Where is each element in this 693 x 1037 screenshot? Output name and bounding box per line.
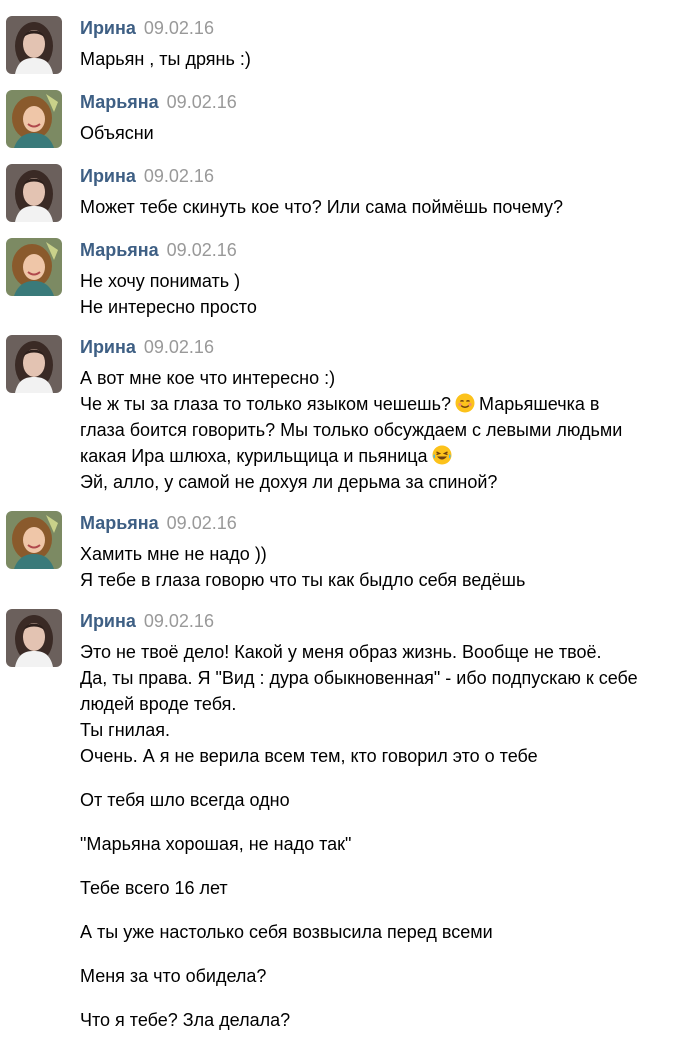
message-text-line: Че ж ты за глаза то только языком чешешь… (80, 391, 690, 417)
message-header: Ирина 09.02.16 (80, 164, 214, 188)
message-text: Марьяшечка в (479, 394, 600, 414)
message-text: Может тебе скинуть кое что? Или сама пой… (80, 197, 563, 217)
message-text: Не интересно просто (80, 297, 257, 317)
message-date: 09.02.16 (143, 166, 214, 186)
message-body: Может тебе скинуть кое что? Или сама пой… (80, 194, 690, 220)
message-body: А вот мне кое что интересно :) Че ж ты з… (80, 365, 690, 495)
message-text: Что я тебе? Зла делала? (80, 1010, 291, 1030)
author-name[interactable]: Ирина (80, 611, 136, 631)
message-text: Это не твоё дело! Какой у меня образ жиз… (80, 642, 602, 662)
author-name[interactable]: Ирина (80, 18, 136, 38)
message-text: Марьян , ты дрянь :) (80, 49, 251, 69)
message-text-line: какая Ира шлюха, курильщица и пьяница (80, 443, 690, 469)
author-name[interactable]: Марьяна (80, 240, 159, 260)
message-text: глаза боится говорить? Мы только обсужда… (80, 420, 623, 440)
laughing-tears-emoji-icon (432, 445, 452, 465)
message-date: 09.02.16 (143, 18, 214, 38)
message-body: Не хочу понимать ) Не интересно просто (80, 268, 690, 320)
message-text: А ты уже настолько себя возвысила перед … (80, 922, 493, 942)
author-name[interactable]: Ирина (80, 337, 136, 357)
irina-avatar-icon[interactable] (6, 609, 62, 667)
message-header: Ирина 09.02.16 (80, 609, 214, 633)
message-text: От тебя шло всегда одно (80, 790, 290, 810)
message-date: 09.02.16 (143, 611, 214, 631)
irina-avatar-icon[interactable] (6, 335, 62, 393)
message-text: людей вроде тебя. (80, 694, 237, 714)
message-date: 09.02.16 (143, 337, 214, 357)
message-header: Марьяна 09.02.16 (80, 238, 237, 262)
message-text: Не хочу понимать ) (80, 271, 241, 291)
message-date: 09.02.16 (166, 92, 237, 112)
message-text: Эй, алло, у самой не дохуя ли дерьма за … (80, 472, 498, 492)
message-text: Да, ты права. Я "Вид : дура обыкновенная… (80, 668, 638, 688)
author-name[interactable]: Ирина (80, 166, 136, 186)
author-name[interactable]: Марьяна (80, 513, 159, 533)
message-text: Очень. А я не верила всем тем, кто говор… (80, 746, 538, 766)
message-header: Марьяна 09.02.16 (80, 511, 237, 535)
message-text: Ты гнилая. (80, 720, 170, 740)
author-name[interactable]: Марьяна (80, 92, 159, 112)
message-date: 09.02.16 (166, 240, 237, 260)
irina-avatar-icon[interactable] (6, 164, 62, 222)
message-text: Меня за что обидела? (80, 966, 267, 986)
irina-avatar-icon[interactable] (6, 16, 62, 74)
message-text: Че ж ты за глаза то только языком чешешь… (80, 394, 451, 414)
message-text: "Марьяна хорошая, не надо так" (80, 834, 352, 854)
message-text: Я тебе в глаза говорю что ты как быдло с… (80, 570, 526, 590)
message-body: Это не твоё дело! Какой у меня образ жиз… (80, 639, 690, 1033)
maryana-avatar-icon[interactable] (6, 238, 62, 296)
message-text: Объясни (80, 123, 154, 143)
smiling-emoji-icon (455, 393, 475, 413)
message-text: какая Ира шлюха, курильщица и пьяница (80, 446, 428, 466)
message-header: Ирина 09.02.16 (80, 335, 214, 359)
message-body: Объясни (80, 120, 690, 146)
message-body: Марьян , ты дрянь :) (80, 46, 690, 72)
message-header: Марьяна 09.02.16 (80, 90, 237, 114)
maryana-avatar-icon[interactable] (6, 511, 62, 569)
message-text: Хамить мне не надо )) (80, 544, 267, 564)
message-header: Ирина 09.02.16 (80, 16, 214, 40)
message-text: Тебе всего 16 лет (80, 878, 228, 898)
maryana-avatar-icon[interactable] (6, 90, 62, 148)
message-text: А вот мне кое что интересно :) (80, 368, 336, 388)
message-body: Хамить мне не надо )) Я тебе в глаза гов… (80, 541, 690, 593)
message-date: 09.02.16 (166, 513, 237, 533)
